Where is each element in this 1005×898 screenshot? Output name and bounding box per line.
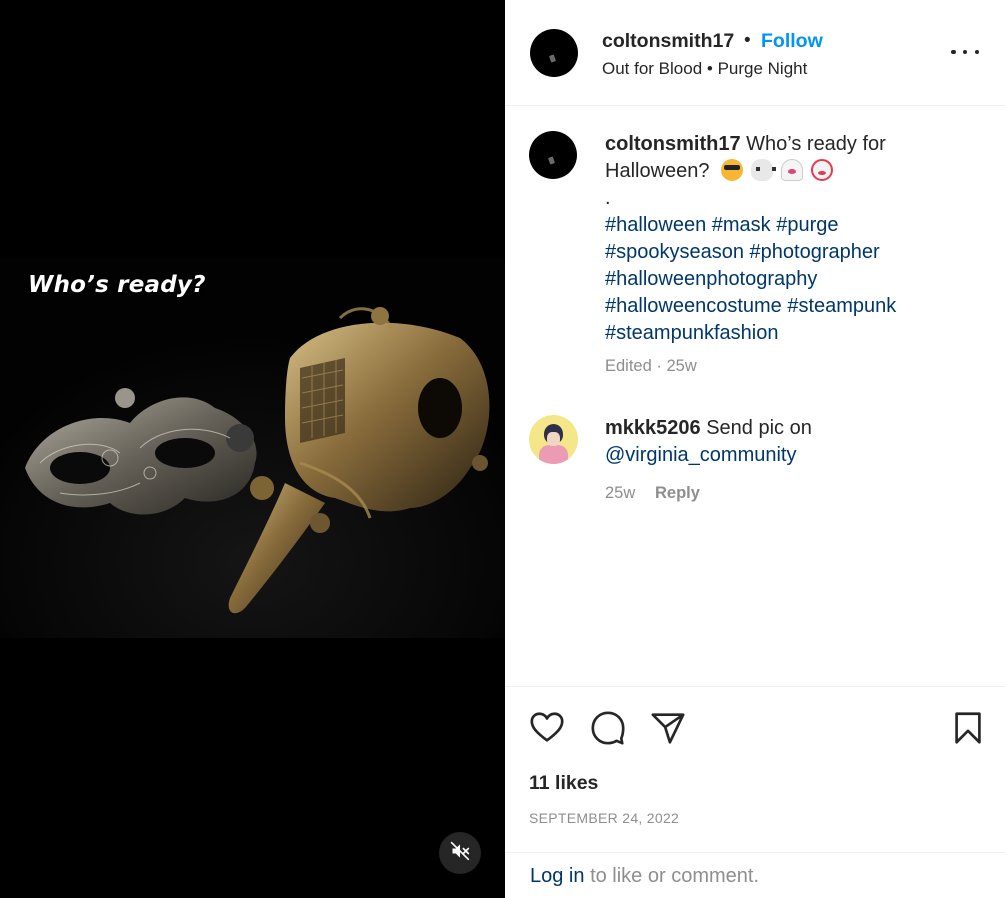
commenter-avatar[interactable] <box>529 415 578 464</box>
more-options-icon[interactable] <box>951 42 979 62</box>
hashtag-link[interactable]: #steampunkfashion <box>605 322 778 344</box>
hashtag-link[interactable]: #purge <box>776 214 838 236</box>
caption-username[interactable]: coltonsmith17 <box>605 133 741 155</box>
comment-time[interactable]: 25w <box>605 484 635 503</box>
caption-author-avatar[interactable] <box>529 131 577 179</box>
commenter-username[interactable]: mkkk5206 <box>605 417 701 439</box>
post-location[interactable]: Out for Blood • Purge Night <box>602 59 807 79</box>
caption-dot-line: . <box>605 187 611 209</box>
hashtag-link[interactable]: #spookyseason <box>605 241 744 263</box>
post-header: coltonsmith17 • Follow Out for Blood • P… <box>505 0 1005 106</box>
paper-plane-icon[interactable] <box>649 709 687 747</box>
post-caption: coltonsmith17 Who’s ready for Halloween?… <box>605 131 935 347</box>
clown-face-icon <box>811 159 834 181</box>
likes-count[interactable]: 11 likes <box>529 772 598 795</box>
mute-button[interactable] <box>439 832 481 874</box>
hashtag-link[interactable]: #halloween <box>605 214 706 236</box>
post-date: SEPTEMBER 24, 2022 <box>529 810 680 826</box>
comment-item: mkkk5206 Send pic on @virginia_community <box>605 415 935 469</box>
post-photo <box>0 258 505 638</box>
hashtag-link[interactable]: #photographer <box>750 241 880 263</box>
post-media[interactable]: Who’s ready? <box>0 0 505 898</box>
caption-hashtags: #halloween #mask #purge #spookyseason #p… <box>605 212 935 347</box>
emoji-row <box>721 159 841 182</box>
skull-and-crossbones-icon <box>751 159 777 181</box>
login-prompt-text: to like or comment. <box>590 865 760 887</box>
smiling-face-with-sunglasses-icon <box>721 159 744 181</box>
comment-mention-link[interactable]: @virginia_community <box>605 444 796 466</box>
follow-button[interactable]: Follow <box>761 30 823 53</box>
heart-icon[interactable] <box>528 709 566 747</box>
caption-time[interactable]: 25w <box>666 357 696 375</box>
post-side-panel: coltonsmith17 • Follow Out for Blood • P… <box>505 0 1005 898</box>
comment-bubble-icon[interactable] <box>589 709 627 747</box>
hashtag-link[interactable]: #steampunk <box>787 295 896 317</box>
hashtag-link[interactable]: #halloweencostume <box>605 295 782 317</box>
reply-button[interactable]: Reply <box>655 484 700 503</box>
login-link[interactable]: Log in <box>530 865 585 887</box>
comment-text: Send pic on <box>706 417 812 439</box>
post-overlay-text: Who’s ready? <box>28 272 206 298</box>
caption-meta: Edited · 25w <box>605 357 697 376</box>
edited-label: Edited <box>605 357 652 375</box>
muted-speaker-icon <box>450 841 470 866</box>
meta-separator: · <box>651 357 667 375</box>
hashtag-link[interactable]: #mask <box>712 214 771 236</box>
ghost-icon <box>781 159 804 181</box>
bookmark-icon[interactable] <box>949 709 987 747</box>
header-separator: • <box>744 30 751 51</box>
login-prompt: Log in to like or comment. <box>505 852 1005 898</box>
author-username[interactable]: coltonsmith17 <box>602 30 734 53</box>
author-avatar[interactable] <box>530 29 578 77</box>
masks-illustration <box>0 258 505 638</box>
hashtag-link[interactable]: #halloweenphotography <box>605 268 817 290</box>
post-actions: 11 likes SEPTEMBER 24, 2022 <box>505 686 1005 852</box>
